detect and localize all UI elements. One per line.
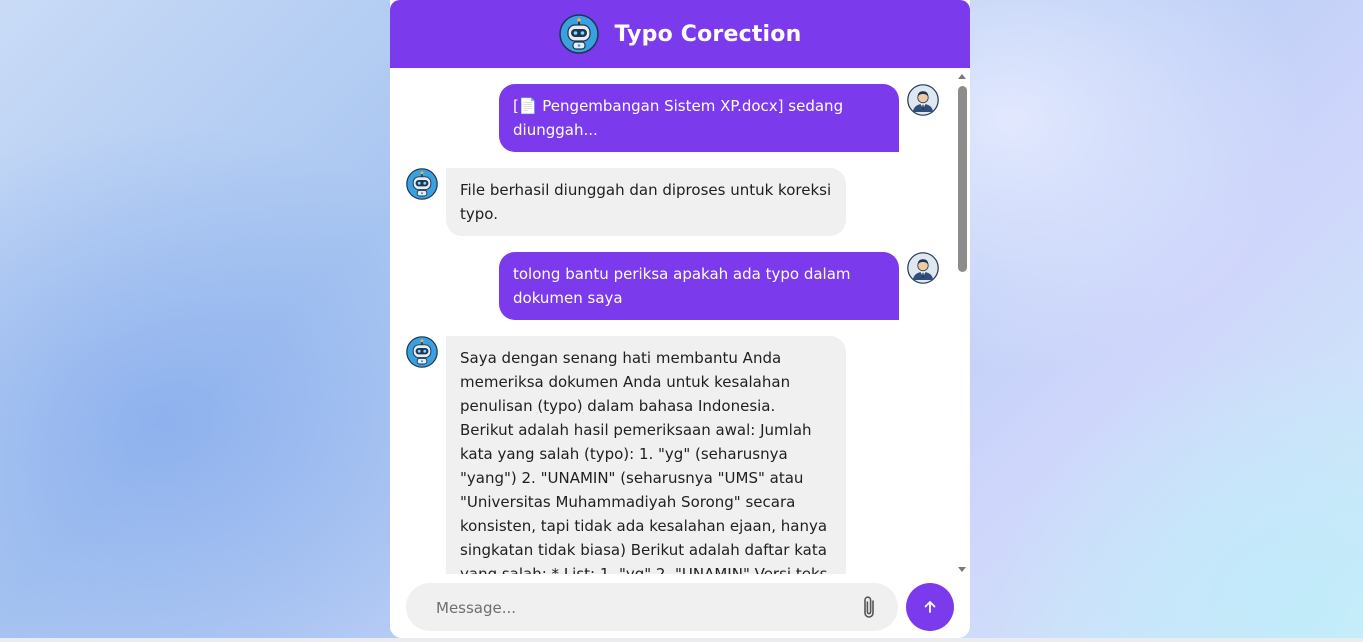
message-input-container[interactable]	[406, 583, 898, 631]
message-scrollbar[interactable]	[956, 72, 968, 572]
composer	[390, 574, 970, 638]
paperclip-icon[interactable]	[860, 595, 880, 621]
page-title: Typo Corection	[614, 21, 802, 47]
chat-header: Typo Corection	[390, 0, 970, 68]
user-message: [📄 Pengembangan Sistem XP.docx] sedang d…	[499, 84, 899, 152]
chat-window: Typo Corection [📄 Pengembangan Sistem XP…	[390, 0, 970, 638]
scrollbar-thumb[interactable]	[958, 86, 967, 272]
bottom-strip	[0, 638, 1363, 642]
user-avatar-icon	[907, 84, 939, 116]
bot-message: File berhasil diunggah dan diproses untu…	[446, 168, 846, 236]
robot-avatar-icon	[406, 168, 438, 200]
user-avatar-icon	[907, 252, 939, 284]
robot-avatar-icon	[406, 336, 438, 368]
user-message: tolong bantu periksa apakah ada typo dal…	[499, 252, 899, 320]
scroll-down-icon[interactable]	[958, 567, 966, 572]
bot-message: Saya dengan senang hati membantu Anda me…	[446, 336, 846, 574]
send-button[interactable]	[906, 583, 954, 631]
scroll-up-icon[interactable]	[958, 74, 966, 79]
arrow-up-icon	[924, 601, 936, 613]
robot-avatar-icon	[559, 14, 599, 54]
message-input[interactable]	[434, 595, 838, 621]
message-list[interactable]: [📄 Pengembangan Sistem XP.docx] sedang d…	[390, 68, 970, 574]
